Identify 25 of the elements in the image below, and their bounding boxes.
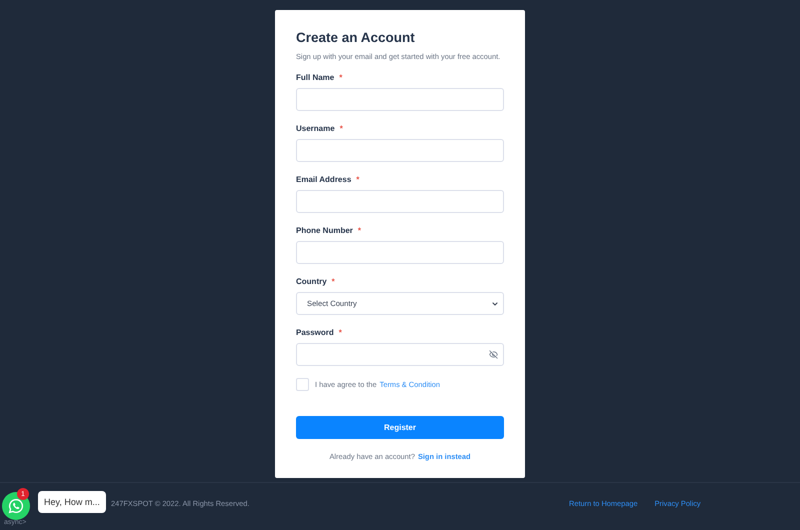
register-button[interactable]: Register [296,416,504,439]
chevron-down-icon [491,300,499,308]
chat-button[interactable] [2,492,30,520]
field-label: Country [296,277,327,286]
required-mark: * [356,175,360,184]
form-title: Create an Account [296,30,416,45]
required-mark: * [358,226,362,235]
required-mark: * [339,73,342,82]
input-field[interactable] [296,88,504,111]
field-label: Username [296,124,335,133]
eye-off-icon[interactable] [489,350,498,359]
input-field[interactable] [296,139,504,162]
field-label: Phone Number [296,226,353,235]
password-field[interactable] [296,343,504,366]
input-field[interactable] [296,190,504,213]
required-mark: * [340,124,343,133]
field-label: Email Address [296,175,352,184]
field-label: Full Name [296,73,334,82]
chat-bubble: Hey, How m... [38,491,106,513]
agree-checkbox[interactable] [296,378,309,391]
field-label: Password [296,328,334,337]
input-field[interactable] [296,241,504,264]
required-mark: * [332,277,335,286]
whatsapp-icon [8,498,24,514]
required-mark: * [338,328,342,337]
